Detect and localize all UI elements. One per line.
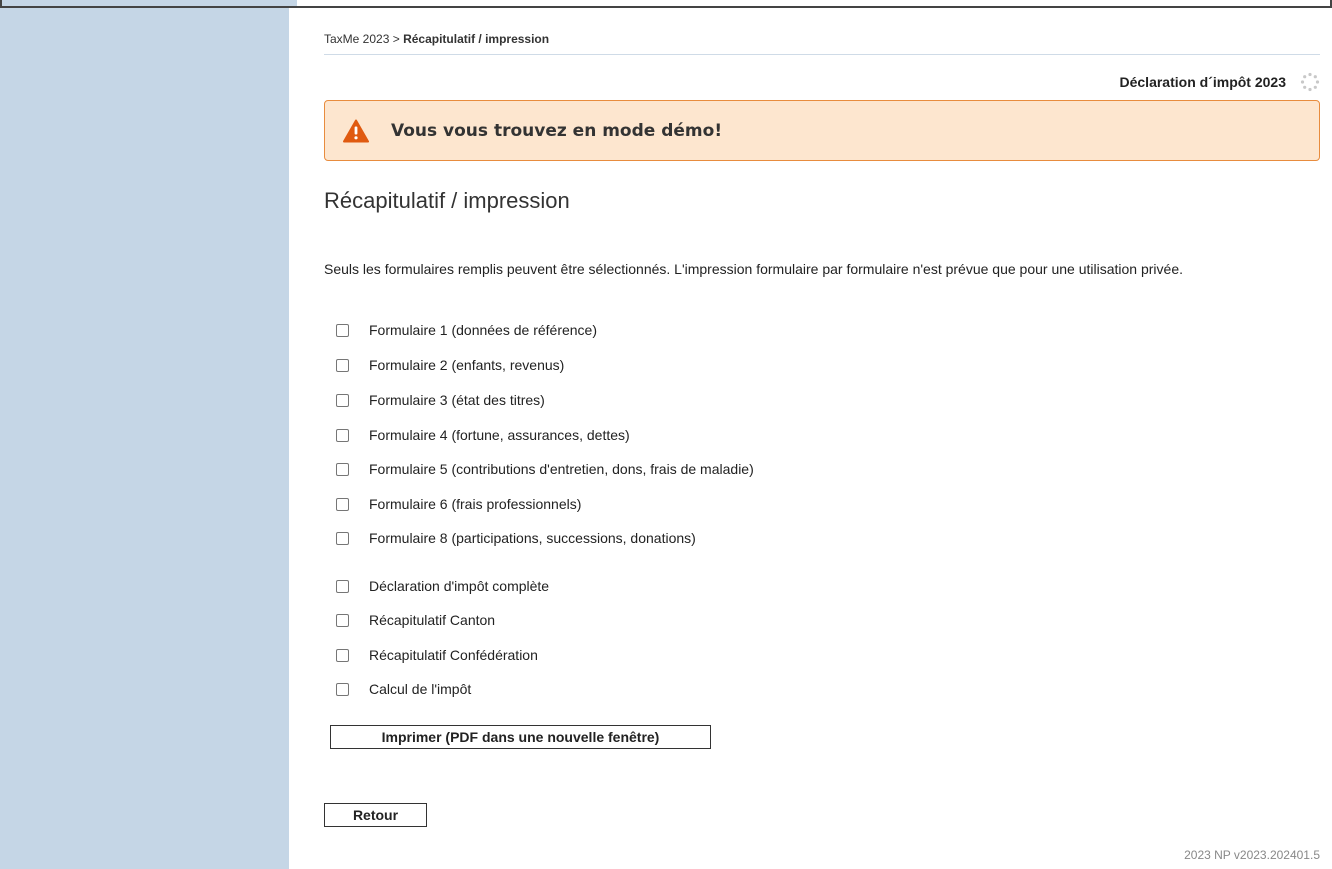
left-sidebar xyxy=(0,8,289,869)
form-option-1[interactable]: Formulaire 1 (données de référence) xyxy=(336,322,597,338)
summary-option-label: Récapitulatif Confédération xyxy=(369,647,538,663)
form-2-checkbox[interactable] xyxy=(336,358,349,372)
form-option-label: Formulaire 3 (état des titres) xyxy=(369,392,545,408)
breadcrumb-separator: > xyxy=(389,32,404,46)
form-1-checkbox[interactable] xyxy=(336,323,349,337)
full-declaration-checkbox[interactable] xyxy=(336,579,349,593)
summary-option-confederation[interactable]: Récapitulatif Confédération xyxy=(336,647,538,663)
form-6-checkbox[interactable] xyxy=(336,497,349,511)
form-8-checkbox[interactable] xyxy=(336,531,349,545)
loading-spinner-icon xyxy=(1300,72,1320,92)
form-option-label: Formulaire 8 (participations, succession… xyxy=(369,530,696,546)
breadcrumb: TaxMe 2023 > Récapitulatif / impression xyxy=(324,32,1320,55)
form-option-8[interactable]: Formulaire 8 (participations, succession… xyxy=(336,530,696,546)
summary-option-label: Déclaration d'impôt complète xyxy=(369,578,550,594)
print-pdf-button[interactable]: Imprimer (PDF dans une nouvelle fenêtre) xyxy=(330,725,711,749)
demo-mode-alert-text: Vous vous trouvez en mode démo! xyxy=(391,120,723,141)
form-option-6[interactable]: Formulaire 6 (frais professionnels) xyxy=(336,496,581,512)
form-option-2[interactable]: Formulaire 2 (enfants, revenus) xyxy=(336,357,564,373)
summary-option-tax-calculation[interactable]: Calcul de l'impôt xyxy=(336,681,471,697)
confederation-summary-checkbox[interactable] xyxy=(336,648,349,662)
form-option-5[interactable]: Formulaire 5 (contributions d'entretien,… xyxy=(336,461,754,477)
top-frame-sidebar-segment xyxy=(0,0,297,6)
form-4-checkbox[interactable] xyxy=(336,428,349,442)
version-label: 2023 NP v2023.202401.5 xyxy=(1184,848,1320,862)
form-option-label: Formulaire 1 (données de référence) xyxy=(369,322,598,338)
canton-summary-checkbox[interactable] xyxy=(336,613,349,627)
form-5-checkbox[interactable] xyxy=(336,462,349,476)
breadcrumb-root[interactable]: TaxMe 2023 xyxy=(324,32,389,46)
top-frame-border xyxy=(0,0,1332,8)
declaration-header: Déclaration d´impôt 2023 xyxy=(1120,72,1321,92)
form-option-3[interactable]: Formulaire 3 (état des titres) xyxy=(336,392,545,408)
back-button[interactable]: Retour xyxy=(324,803,427,827)
page-title: Récapitulatif / impression xyxy=(324,188,570,213)
intro-text: Seuls les formulaires remplis peuvent êt… xyxy=(324,261,1183,277)
form-option-4[interactable]: Formulaire 4 (fortune, assurances, dette… xyxy=(336,427,630,443)
tax-calculation-checkbox[interactable] xyxy=(336,682,349,696)
demo-mode-alert: Vous vous trouvez en mode démo! xyxy=(324,100,1320,161)
breadcrumb-current: Récapitulatif / impression xyxy=(403,32,550,46)
form-option-label: Formulaire 6 (frais professionnels) xyxy=(369,496,582,512)
summary-option-label: Calcul de l'impôt xyxy=(369,681,472,697)
summary-option-full-declaration[interactable]: Déclaration d'impôt complète xyxy=(336,578,549,594)
main-content: TaxMe 2023 > Récapitulatif / impression … xyxy=(324,8,1320,869)
declaration-title: Déclaration d´impôt 2023 xyxy=(1119,74,1287,90)
warning-icon xyxy=(343,119,369,143)
summary-option-canton[interactable]: Récapitulatif Canton xyxy=(336,612,495,628)
form-option-label: Formulaire 5 (contributions d'entretien,… xyxy=(369,461,754,477)
form-3-checkbox[interactable] xyxy=(336,393,349,407)
form-option-label: Formulaire 2 (enfants, revenus) xyxy=(369,357,565,373)
summary-option-label: Récapitulatif Canton xyxy=(369,612,496,628)
form-option-label: Formulaire 4 (fortune, assurances, dette… xyxy=(369,427,630,443)
